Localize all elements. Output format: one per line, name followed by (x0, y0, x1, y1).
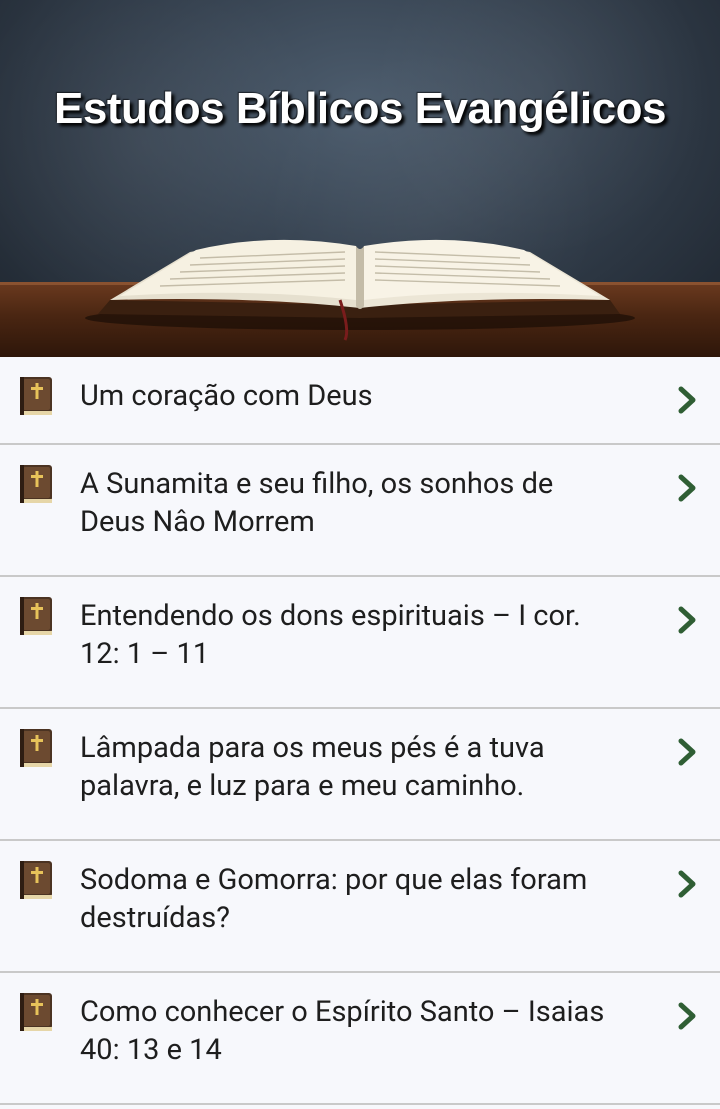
bible-icon (20, 729, 52, 767)
list-item[interactable]: Como conhecer o Espírito Santo – Isaias … (0, 973, 720, 1105)
list-item[interactable]: A Sunamita e seu filho, os sonhos de Deu… (0, 445, 720, 577)
list-item[interactable]: Um coração com Deus (0, 357, 720, 445)
list-item[interactable]: Lâmpada para os meus pés é a tuva palavr… (0, 709, 720, 841)
item-title: Lâmpada para os meus pés é a tuva palavr… (80, 731, 545, 803)
chevron-right-icon (678, 386, 696, 414)
bible-icon (20, 861, 52, 899)
list-item[interactable]: Entendendo os dons espirituais – I cor. … (0, 577, 720, 709)
item-title: Um coração com Deus (80, 379, 373, 413)
list-item[interactable]: Sodoma e Gomorra: por que elas foram des… (0, 841, 720, 973)
chevron-right-icon (678, 1002, 696, 1030)
item-title: A Sunamita e seu filho, os sonhos de Deu… (80, 467, 554, 539)
bible-icon (20, 377, 52, 415)
banner-title: Estudos Bíblicos Evangélicos (54, 84, 666, 133)
open-bible-image (85, 239, 635, 341)
bible-icon (20, 993, 52, 1031)
chevron-right-icon (678, 738, 696, 766)
item-title: Sodoma e Gomorra: por que elas foram des… (80, 863, 588, 935)
chevron-right-icon (678, 474, 696, 502)
app-root: Estudos Bíblicos Evangélicos Um coração … (0, 0, 720, 1109)
item-title: Entendendo os dons espirituais – I cor. … (80, 599, 581, 671)
bible-icon (20, 465, 52, 503)
bible-icon (20, 597, 52, 635)
chevron-right-icon (678, 870, 696, 898)
study-list: Um coração com Deus A Sunamita e seu fil… (0, 357, 720, 1105)
item-title: Como conhecer o Espírito Santo – Isaias … (80, 995, 605, 1067)
header-banner: Estudos Bíblicos Evangélicos (0, 0, 720, 357)
chevron-right-icon (678, 606, 696, 634)
